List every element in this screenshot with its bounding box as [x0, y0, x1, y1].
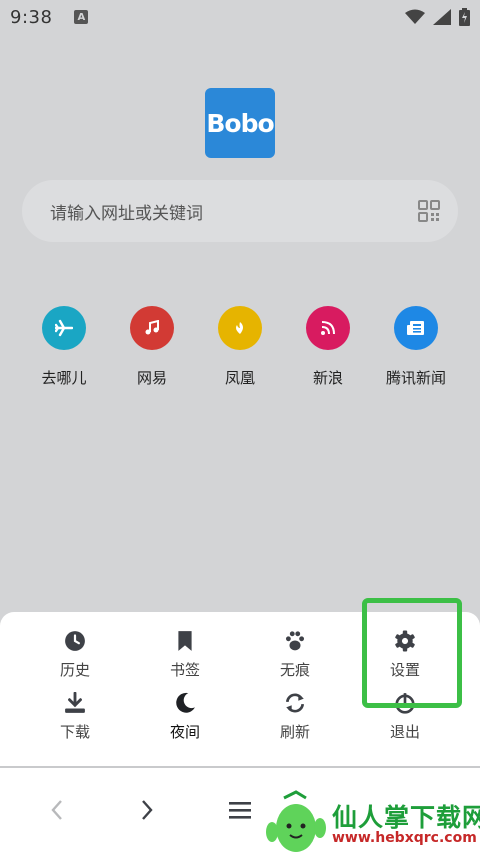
shortcut-sina[interactable]: 新浪: [284, 306, 372, 396]
bookmark-icon: [178, 631, 192, 651]
shortcut-label: 网易: [136, 369, 167, 387]
shortcut-icon-circle: [306, 306, 350, 350]
refresh-icon: [285, 693, 305, 713]
forward-button[interactable]: [135, 798, 159, 822]
notification-icon: A: [74, 10, 89, 24]
cactus-icon: [266, 790, 326, 852]
status-bar: 9:38 A: [0, 0, 480, 34]
download-icon: [65, 692, 85, 713]
shortcut-icon-circle: [394, 306, 438, 350]
menu-item-downloads[interactable]: 下载: [20, 692, 130, 754]
shortcut-label: 凤凰: [224, 369, 255, 387]
logo-text: Bobo: [206, 108, 274, 138]
menu-label: 无痕: [279, 661, 310, 679]
app-logo: Bobo: [205, 88, 275, 158]
chevron-right-icon: [142, 800, 153, 820]
watermark-url: www.hebxqrc.com: [332, 830, 477, 846]
menu-label: 刷新: [279, 723, 310, 741]
search-input[interactable]: 请输入网址或关键词: [22, 180, 458, 242]
phoenix-icon: [236, 322, 243, 334]
search-placeholder: 请输入网址或关键词: [50, 203, 203, 224]
menu-item-history[interactable]: 历史: [20, 630, 130, 692]
shortcut-qunar[interactable]: 去哪儿: [20, 306, 108, 396]
music-icon: [145, 320, 159, 335]
rss-icon: [321, 321, 335, 335]
menu-item-night-mode[interactable]: 夜间: [130, 692, 240, 754]
shortcut-grid: 去哪儿 网易 凤凰 新浪 腾讯新闻: [20, 306, 460, 396]
wifi-icon: [405, 9, 425, 24]
menu-item-incognito[interactable]: 无痕: [240, 630, 350, 692]
shortcut-label: 去哪儿: [41, 369, 87, 387]
menu-button[interactable]: [228, 798, 252, 822]
hamburger-icon: [229, 802, 251, 819]
menu-label: 下载: [59, 723, 90, 741]
chevron-left-icon: [51, 800, 62, 820]
news-icon: [407, 321, 424, 335]
signal-icon: [433, 9, 451, 25]
shortcut-icon-circle: [218, 306, 262, 350]
watermark: 仙人掌下载网 www.hebxqrc.com: [262, 790, 480, 853]
battery-icon: [459, 8, 470, 26]
status-time: 9:38: [10, 6, 53, 28]
shortcut-netease[interactable]: 网易: [108, 306, 196, 396]
menu-item-bookmarks[interactable]: 书签: [130, 630, 240, 692]
shortcut-tencent-news[interactable]: 腾讯新闻: [372, 306, 460, 396]
shortcut-icon-circle: [130, 306, 174, 350]
shortcut-ifeng[interactable]: 凤凰: [196, 306, 284, 396]
paw-icon: [285, 631, 305, 651]
moon-icon: [176, 692, 195, 713]
highlight-box: [362, 598, 462, 708]
plane-icon: [55, 319, 73, 337]
menu-item-refresh[interactable]: 刷新: [240, 692, 350, 754]
status-indicators: [405, 8, 470, 26]
back-button[interactable]: [45, 798, 69, 822]
menu-label: 历史: [59, 661, 90, 679]
menu-label: 退出: [389, 723, 420, 741]
shortcut-label: 腾讯新闻: [385, 369, 446, 387]
clock-icon: [65, 631, 85, 651]
watermark-text: 仙人掌下载网: [332, 803, 480, 832]
menu-label: 书签: [169, 661, 200, 679]
shortcut-icon-circle: [42, 306, 86, 350]
qr-scan-icon[interactable]: [418, 200, 440, 222]
menu-label: 夜间: [169, 723, 200, 741]
shortcut-label: 新浪: [312, 369, 343, 387]
